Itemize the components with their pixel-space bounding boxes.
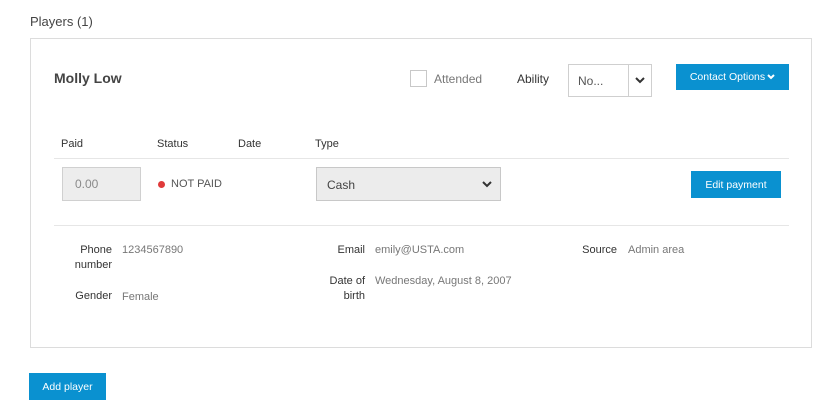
player-card: Molly Low Attended Ability No... Contact… <box>30 38 812 348</box>
contact-options-label: Contact Options <box>689 71 766 83</box>
player-name: Molly Low <box>54 70 122 86</box>
source-value: Admin area <box>628 244 685 256</box>
gender-label: Gender <box>75 290 112 302</box>
attended-checkbox[interactable] <box>410 70 427 87</box>
ability-select-value: No... <box>578 74 604 88</box>
attended-label: Attended <box>434 71 483 86</box>
add-player-button[interactable]: Add player <box>29 373 106 400</box>
chevron-down-icon[interactable] <box>628 65 651 96</box>
players-section-title: Players (1) <box>30 14 93 29</box>
chevron-down-icon[interactable] <box>474 168 500 200</box>
payment-type-value: Cash <box>327 178 356 192</box>
date-of-birth-label: Date of birth <box>329 275 365 302</box>
phone-number-value: 1234567890 <box>122 244 184 256</box>
column-header-date: Date <box>238 138 262 150</box>
paid-amount-input[interactable]: 0.00 <box>62 167 141 201</box>
gender-value: Female <box>122 291 159 303</box>
payment-status: NOT PAID <box>158 178 222 190</box>
attended-checkbox-group[interactable]: Attended <box>410 70 482 87</box>
payment-status-text: NOT PAID <box>171 178 222 190</box>
ability-label: Ability <box>517 72 550 86</box>
contact-options-button[interactable]: Contact Options <box>676 64 789 90</box>
column-header-status: Status <box>157 138 189 150</box>
email-label: Email <box>337 244 365 256</box>
column-header-type: Type <box>315 138 339 150</box>
edit-payment-button[interactable]: Edit payment <box>691 171 781 198</box>
date-of-birth-value: Wednesday, August 8, 2007 <box>375 275 512 287</box>
source-label: Source <box>582 244 617 256</box>
status-dot-icon <box>158 180 165 188</box>
email-value: emily@USTA.com <box>375 244 465 256</box>
divider <box>54 158 789 159</box>
phone-number-label: Phone number <box>74 244 112 271</box>
divider <box>54 225 789 226</box>
payment-type-select[interactable]: Cash <box>316 167 501 201</box>
ability-select[interactable]: No... <box>568 64 652 97</box>
column-header-paid: Paid <box>61 138 84 150</box>
chevron-down-icon <box>767 73 775 82</box>
